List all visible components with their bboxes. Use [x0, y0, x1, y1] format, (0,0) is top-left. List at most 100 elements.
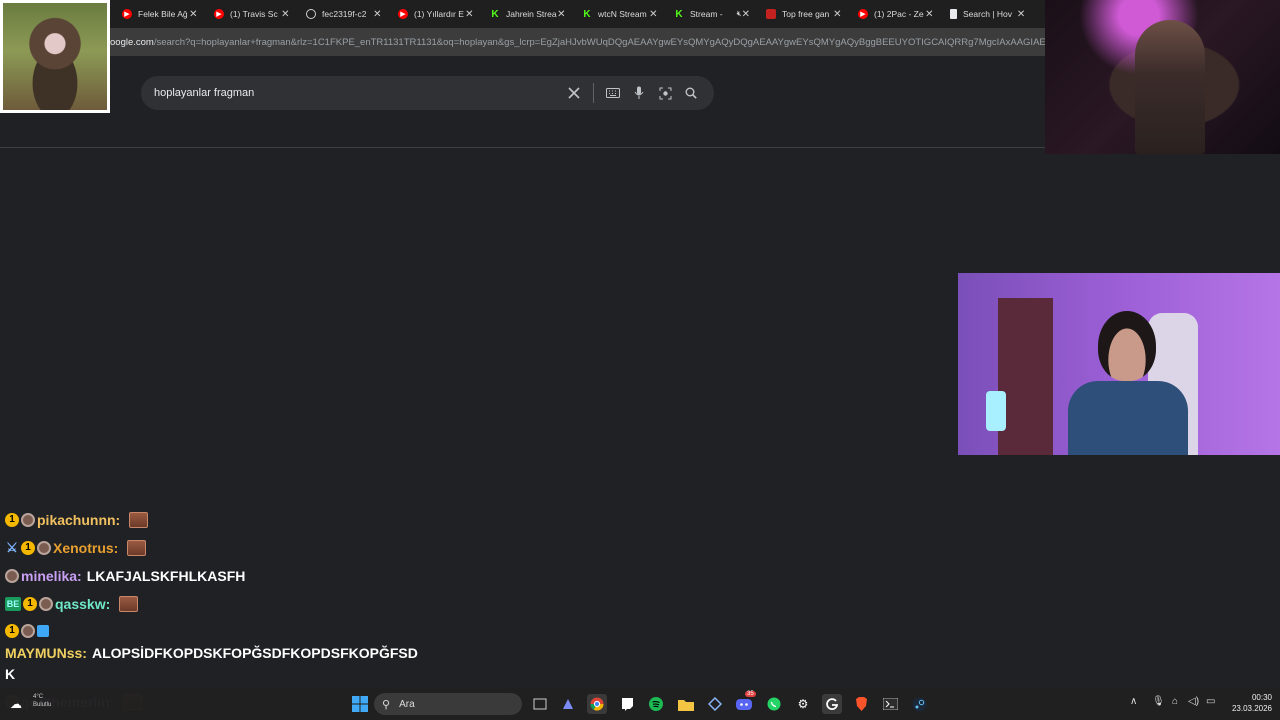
- discord-notification-badge: 35: [745, 691, 756, 697]
- tab-close-icon[interactable]: ✕: [373, 9, 382, 20]
- webcam-overlay-main: [958, 273, 1280, 455]
- doc-icon: [950, 9, 957, 19]
- windows-taskbar: ☁ 4°C Bulutlu ⚲ Ara 35 ⚙ ∧ 🎙︎ ⌂ ◁) ▭ 00:…: [0, 688, 1280, 720]
- search-input[interactable]: [154, 87, 561, 99]
- keyboard-icon[interactable]: [600, 80, 626, 106]
- tab-title: Top free gan: [782, 9, 830, 19]
- weather-icon[interactable]: ☁: [6, 694, 26, 714]
- logitech-g-icon[interactable]: [822, 694, 842, 714]
- address-bar[interactable]: oogle.com/search?q=hoplayanlar+fragman&r…: [110, 28, 1045, 56]
- brave-icon[interactable]: [851, 694, 871, 714]
- settings-gear-icon[interactable]: ⚙: [793, 694, 813, 714]
- webcam-overlay-top: [1045, 0, 1280, 154]
- taskbar-search-icon: ⚲: [382, 698, 391, 711]
- chat-username: pikachunnn:: [37, 512, 121, 528]
- tray-expand-icon[interactable]: ∧: [1130, 696, 1137, 707]
- cube-badge-icon: [37, 625, 49, 637]
- twitch-icon[interactable]: [617, 694, 637, 714]
- youtube-icon: ▶: [398, 9, 408, 19]
- tab-close-icon[interactable]: ✕: [189, 9, 198, 20]
- tab-close-icon[interactable]: ✕: [925, 9, 934, 20]
- chat-text: ALOPSİDFKOPDSKFOPĞSDFKOPDSFKOPĞFSD: [91, 645, 418, 661]
- sub-badge-icon: [37, 541, 51, 555]
- tab-close-icon[interactable]: ✕: [281, 9, 290, 20]
- browser-tab[interactable]: KwtcN Stream ✕: [570, 0, 662, 28]
- search-icon[interactable]: [678, 80, 704, 106]
- browser-tab[interactable]: Search | Hov ✕: [938, 0, 1030, 28]
- chat-message: BE 1 qasskw:: [5, 596, 139, 612]
- spotify-icon[interactable]: [646, 694, 666, 714]
- chrome-icon[interactable]: [587, 694, 607, 714]
- tray-wifi-icon[interactable]: ⌂: [1172, 696, 1178, 707]
- chat-emote-icon: [119, 596, 139, 612]
- steam-icon[interactable]: [909, 694, 929, 714]
- camera-lens-icon[interactable]: [652, 80, 678, 106]
- tab-close-icon[interactable]: ✕: [833, 9, 842, 20]
- url-path: /search?q=hoplayanlar+fragman&rlz=1C1FKP…: [153, 36, 1045, 48]
- file-explorer-icon[interactable]: [676, 694, 696, 714]
- sub-badge-icon: [5, 569, 19, 583]
- tab-close-icon[interactable]: ✕: [649, 9, 658, 20]
- kick-icon: K: [675, 8, 683, 20]
- microphone-icon[interactable]: [626, 80, 652, 106]
- globe-icon: [306, 9, 316, 19]
- network-app-icon[interactable]: [705, 694, 725, 714]
- terminal-icon[interactable]: [880, 694, 900, 714]
- tray-microphone-icon[interactable]: 🎙︎: [1152, 696, 1165, 707]
- kick-icon: K: [491, 8, 499, 20]
- sub-badge-icon: [21, 513, 35, 527]
- chat-username: minelika:: [21, 568, 82, 584]
- sword-badge-icon: ⚔: [6, 540, 18, 555]
- browser-tab[interactable]: Top free gan ✕: [754, 0, 846, 28]
- chat-username: Xenotrus:: [53, 540, 119, 556]
- streamer-body: [1068, 381, 1188, 455]
- tab-close-icon[interactable]: ✕: [557, 9, 566, 20]
- browser-tab-strip: ▶ Felek Bile Ağ ✕ ▶ (1) Travis Sc ✕ fec2319f-c…: [110, 0, 1045, 28]
- chat-text: K: [5, 666, 16, 682]
- browser-tab[interactable]: ▶ Felek Bile Ağ ✕: [110, 0, 202, 28]
- tab-close-icon[interactable]: ✕: [465, 9, 474, 20]
- webcam-lamp: [986, 391, 1006, 431]
- chat-message: 1 pikachunnn:: [5, 512, 149, 528]
- browser-tab[interactable]: K Stream - 🔇︎ ✕: [662, 0, 754, 28]
- webcam-person: [1135, 20, 1205, 154]
- tab-close-icon[interactable]: ✕: [1016, 9, 1026, 20]
- tab-title: (1) Yıllardır E: [414, 9, 464, 19]
- search-box: [141, 76, 714, 110]
- taskbar-clock[interactable]: 00:30 23.03.2026: [1224, 692, 1272, 714]
- weather-temperature: 4°C: [33, 694, 44, 700]
- mail-icon: [766, 9, 776, 19]
- youtube-icon: ▶: [214, 9, 224, 19]
- tray-volume-icon[interactable]: ◁): [1188, 696, 1199, 707]
- monkey-photo: [3, 3, 107, 110]
- chat-username: MAYMUNss:: [5, 645, 87, 661]
- kick-icon: K: [583, 8, 591, 20]
- chat-message: ⚔ 1 Xenotrus:: [5, 540, 147, 556]
- task-view-icon[interactable]: [530, 694, 550, 714]
- chat-username: qasskw:: [55, 596, 111, 612]
- browser-tab[interactable]: ▶ (1) Yıllardır E ✕: [386, 0, 478, 28]
- clear-icon[interactable]: [561, 80, 587, 106]
- browser-tab[interactable]: fec2319f-c2 ✕: [294, 0, 386, 28]
- chat-message: minelika: LKAFJALSKFHLKASFH: [5, 568, 245, 584]
- weather-widget[interactable]: 4°C Bulutlu: [33, 693, 51, 709]
- tab-title: Search | Hov: [963, 9, 1012, 19]
- youtube-icon: ▶: [858, 9, 868, 19]
- copilot-icon[interactable]: [558, 694, 578, 714]
- taskbar-search[interactable]: ⚲ Ara: [374, 693, 522, 715]
- chat-emote-icon: [129, 512, 149, 528]
- browser-tab[interactable]: ▶ (1) Travis Sc ✕: [202, 0, 294, 28]
- tray-battery-icon[interactable]: ▭: [1206, 696, 1215, 707]
- chat-text: LKAFJALSKFHLKASFH: [86, 568, 246, 584]
- search-box-separator: [593, 83, 594, 103]
- windows-start-icon[interactable]: [350, 694, 370, 714]
- url-host: oogle.com: [110, 36, 154, 48]
- chat-message: MAYMUNss: ALOPSİDFKOPDSKFOPĞSDFKOPDSFKOPĞ…: [5, 645, 418, 661]
- whatsapp-icon[interactable]: [764, 694, 784, 714]
- monkey-image-overlay: [0, 0, 110, 113]
- browser-tab[interactable]: ▶ (1) 2Pac - Ze ✕: [846, 0, 938, 28]
- discord-icon[interactable]: 35: [734, 691, 756, 714]
- browser-tab[interactable]: K Jahrein Strea ✕: [478, 0, 570, 28]
- tab-close-icon[interactable]: ✕: [742, 9, 750, 20]
- chat-message: K: [5, 666, 15, 682]
